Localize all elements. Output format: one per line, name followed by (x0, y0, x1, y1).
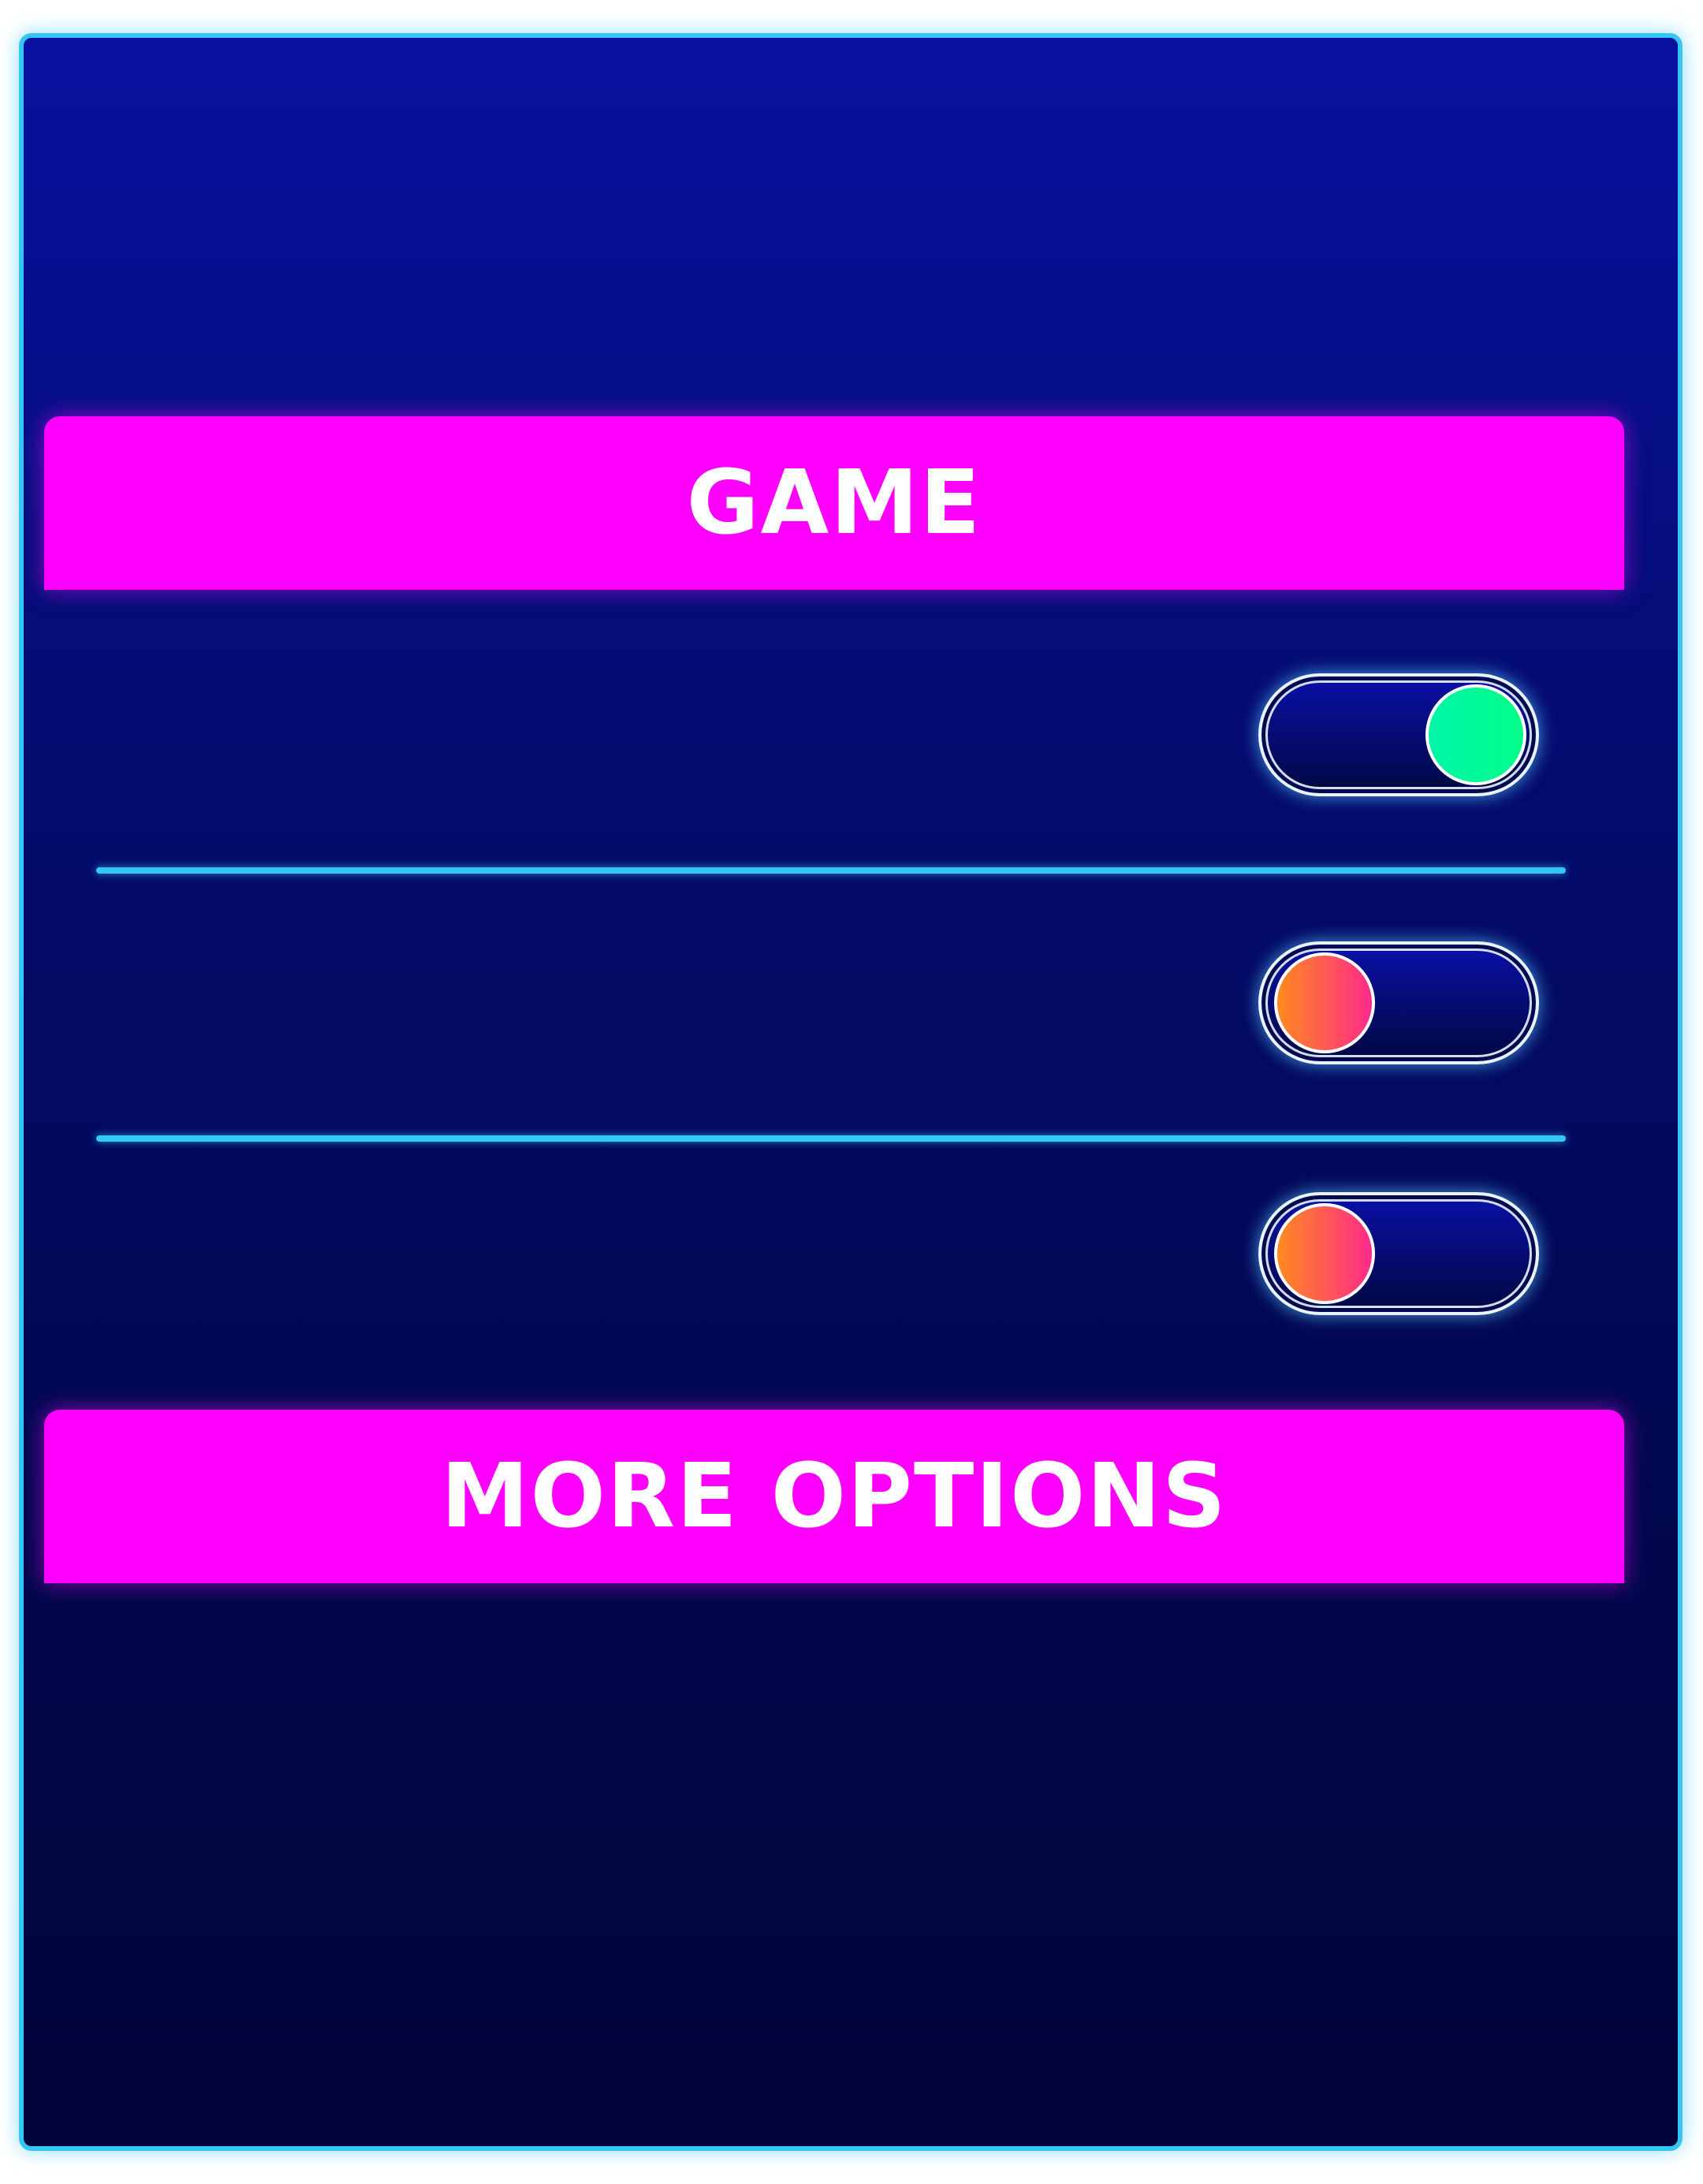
section-title-game: GAME (686, 452, 982, 554)
section-header-game: GAME (44, 416, 1624, 590)
divider (96, 1135, 1566, 1142)
settings-panel (19, 33, 1683, 2151)
toggle-switch-1[interactable] (1258, 673, 1539, 796)
section-title-more-options: MORE OPTIONS (441, 1445, 1228, 1548)
toggle-switch-3[interactable] (1258, 1192, 1539, 1315)
section-header-more-options: MORE OPTIONS (44, 1410, 1624, 1583)
toggle-knob-off (1274, 1203, 1375, 1304)
divider (96, 867, 1566, 874)
toggle-knob-off (1274, 952, 1375, 1053)
toggle-switch-2[interactable] (1258, 941, 1539, 1064)
toggle-knob-on (1425, 684, 1526, 785)
